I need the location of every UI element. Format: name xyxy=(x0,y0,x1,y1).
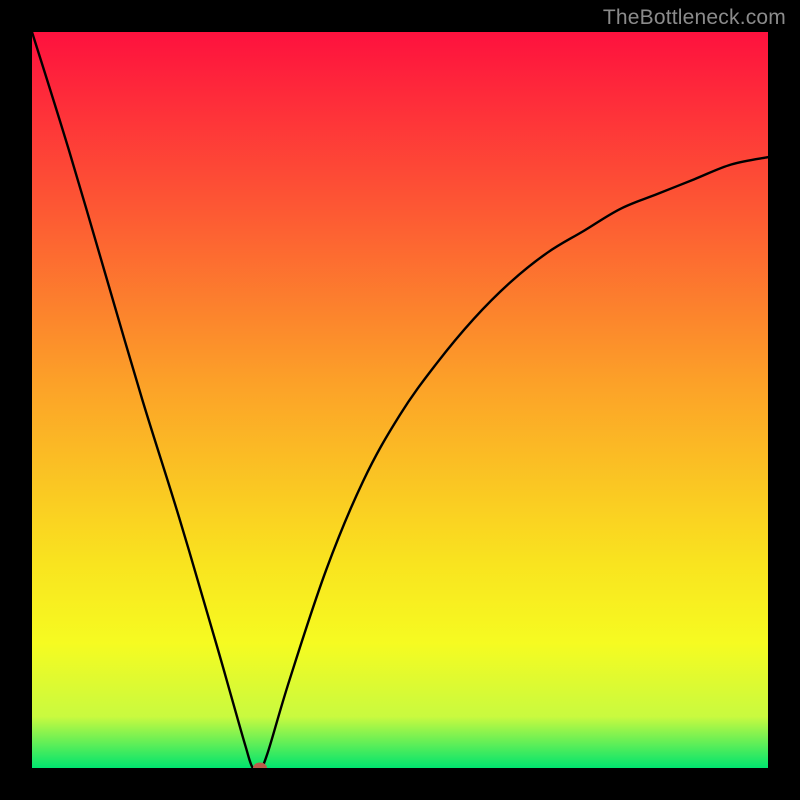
bottleneck-curve xyxy=(32,32,768,768)
watermark-text: TheBottleneck.com xyxy=(603,6,786,30)
chart-frame: TheBottleneck.com xyxy=(0,0,800,800)
plot-area xyxy=(32,32,768,768)
optimal-point-marker xyxy=(253,763,267,769)
